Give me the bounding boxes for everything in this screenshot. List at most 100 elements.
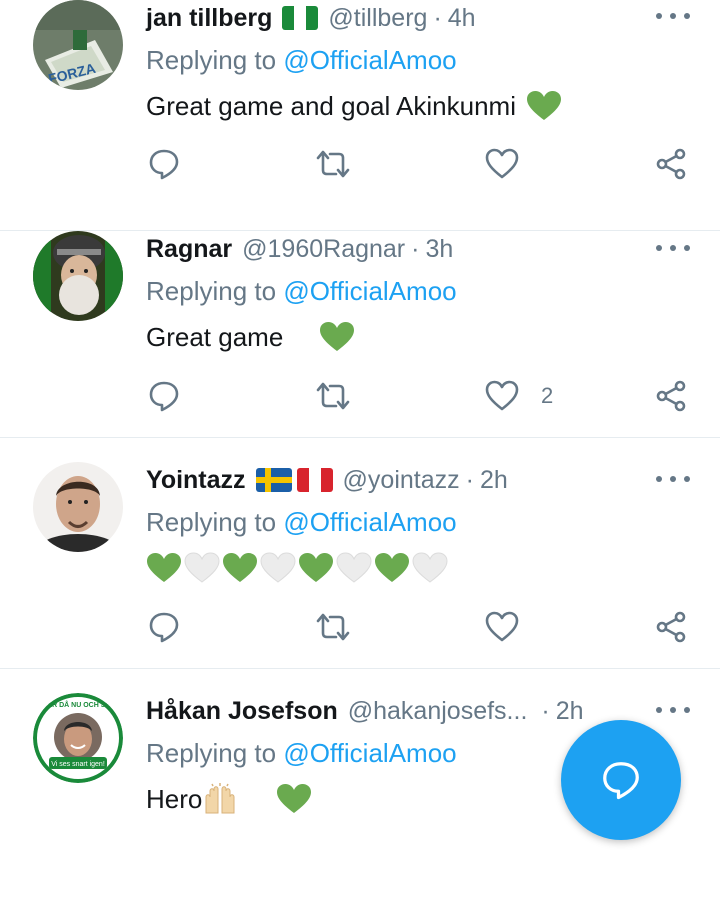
timestamp[interactable]: 3h bbox=[425, 235, 453, 264]
green-heart-icon bbox=[147, 553, 181, 582]
raised-hands-icon bbox=[205, 783, 235, 814]
replying-to: Replying to @OfficialAmoo bbox=[146, 738, 457, 769]
like-action[interactable]: 2 bbox=[485, 380, 553, 412]
reply-action[interactable] bbox=[148, 380, 180, 412]
avatar-image bbox=[33, 462, 123, 552]
mention-link[interactable]: @OfficialAmoo bbox=[283, 276, 456, 306]
tweet-text: Hero bbox=[146, 779, 348, 819]
display-name[interactable]: Håkan Josefson bbox=[146, 697, 338, 726]
tweet-text: Great game bbox=[146, 317, 391, 357]
tweet-header: Yointazz @yointazz · 2h bbox=[146, 460, 640, 500]
tweet-actions bbox=[148, 611, 688, 651]
user-handle[interactable]: @tillberg bbox=[328, 4, 427, 33]
tweet-header: Ragnar @1960Ragnar · 3h bbox=[146, 229, 640, 269]
share-action[interactable] bbox=[655, 611, 687, 643]
avatar-text-bottom: Vi ses snart igen! bbox=[51, 761, 105, 768]
replying-to-label: Replying to bbox=[146, 276, 277, 306]
tweet[interactable]: FORZA jan tillberg @tillberg · 4h Replyi… bbox=[0, 0, 720, 231]
mention-link[interactable]: @OfficialAmoo bbox=[283, 45, 456, 75]
replying-to: Replying to @OfficialAmoo bbox=[146, 276, 457, 307]
share-action[interactable] bbox=[655, 148, 687, 180]
share-icon bbox=[656, 611, 686, 643]
nigeria-flag-icon bbox=[314, 787, 348, 811]
more-icon[interactable] bbox=[656, 4, 690, 28]
timestamp[interactable]: 2h bbox=[556, 697, 584, 726]
separator-dot: · bbox=[433, 3, 442, 32]
nigeria-flag-icon bbox=[282, 6, 319, 30]
more-icon[interactable] bbox=[656, 467, 690, 491]
separator-dot: · bbox=[541, 696, 550, 725]
separator-dot: · bbox=[411, 234, 420, 263]
retweet-icon bbox=[316, 382, 350, 410]
more-icon[interactable] bbox=[656, 236, 690, 260]
tweet-header: jan tillberg @tillberg · 4h bbox=[146, 0, 640, 38]
tweet-text-content: Great game and goal Akinkunmi bbox=[146, 90, 516, 121]
reply-action[interactable] bbox=[148, 148, 180, 180]
avatar[interactable] bbox=[33, 231, 123, 321]
retweet-icon bbox=[316, 150, 350, 178]
tweet-text bbox=[146, 548, 448, 588]
comment-icon bbox=[149, 381, 179, 412]
green-heart-icon bbox=[299, 553, 333, 582]
avatar[interactable]: FORZA bbox=[33, 0, 123, 90]
retweet-action[interactable] bbox=[315, 148, 351, 180]
green-heart-icon bbox=[223, 553, 257, 582]
tweet-text: Great game and goal Akinkunmi bbox=[146, 86, 562, 126]
replying-to-label: Replying to bbox=[146, 507, 277, 537]
user-handle[interactable]: @1960Ragnar bbox=[242, 235, 405, 264]
nigeria-flag-icon bbox=[240, 787, 274, 811]
white-heart-icon bbox=[260, 552, 296, 583]
timestamp[interactable]: 2h bbox=[480, 466, 508, 495]
tweet-actions bbox=[148, 148, 688, 188]
like-icon bbox=[485, 380, 519, 411]
replying-to-label: Replying to bbox=[146, 738, 277, 768]
green-heart-icon bbox=[277, 784, 312, 813]
display-name[interactable]: jan tillberg bbox=[146, 4, 272, 33]
tweet-actions: 2 bbox=[148, 380, 688, 420]
mention-link[interactable]: @OfficialAmoo bbox=[283, 738, 456, 768]
more-icon[interactable] bbox=[656, 698, 690, 722]
compose-reply-icon bbox=[603, 762, 639, 800]
like-action[interactable] bbox=[485, 148, 541, 180]
like-icon bbox=[485, 611, 519, 642]
reply-action[interactable] bbox=[148, 611, 180, 643]
nigeria-flag-icon bbox=[357, 325, 391, 349]
white-heart-icon bbox=[412, 552, 448, 583]
white-heart-icon bbox=[336, 552, 372, 583]
display-name[interactable]: Ragnar bbox=[146, 235, 232, 264]
mention-link[interactable]: @OfficialAmoo bbox=[283, 507, 456, 537]
sweden-flag-icon bbox=[255, 468, 292, 492]
nigeria-flag-icon bbox=[283, 325, 317, 349]
replying-to-label: Replying to bbox=[146, 45, 277, 75]
share-action[interactable] bbox=[655, 380, 687, 412]
share-icon bbox=[656, 380, 686, 412]
retweet-action[interactable] bbox=[315, 380, 351, 412]
green-heart-icon bbox=[527, 91, 561, 120]
retweet-action[interactable] bbox=[315, 611, 351, 643]
avatar-image bbox=[33, 231, 123, 321]
separator-dot: · bbox=[465, 465, 474, 494]
avatar[interactable] bbox=[33, 462, 123, 552]
like-action[interactable] bbox=[485, 611, 541, 643]
like-count: 2 bbox=[541, 383, 554, 408]
tweet-header: Håkan Josefson @hakanjosefs... · 2h bbox=[146, 691, 640, 731]
avatar-image: FORZA bbox=[33, 0, 123, 90]
tweet-text-content: Great game bbox=[146, 321, 284, 352]
italy-flag-icon bbox=[296, 468, 333, 492]
retweet-icon bbox=[316, 613, 350, 641]
user-handle[interactable]: @yointazz bbox=[343, 466, 460, 495]
replying-to: Replying to @OfficialAmoo bbox=[146, 45, 457, 76]
tweet[interactable]: Ragnar @1960Ragnar · 3h Replying to @Off… bbox=[0, 207, 720, 438]
name-flags bbox=[255, 468, 333, 492]
tweet[interactable]: Yointazz @yointazz · 2h Replying to @Off… bbox=[0, 438, 720, 669]
share-icon bbox=[656, 148, 686, 180]
avatar[interactable]: VI ÄR DÅ NU OCH SEN! Vi ses snart igen! bbox=[33, 693, 123, 783]
user-handle[interactable]: @hakanjosefs... bbox=[348, 697, 528, 726]
compose-reply-button[interactable] bbox=[561, 720, 681, 840]
comment-icon bbox=[149, 612, 179, 643]
name-flags bbox=[282, 6, 319, 30]
replying-to: Replying to @OfficialAmoo bbox=[146, 507, 457, 538]
display-name[interactable]: Yointazz bbox=[146, 466, 246, 495]
green-heart-icon bbox=[375, 553, 409, 582]
timestamp[interactable]: 4h bbox=[448, 4, 476, 33]
